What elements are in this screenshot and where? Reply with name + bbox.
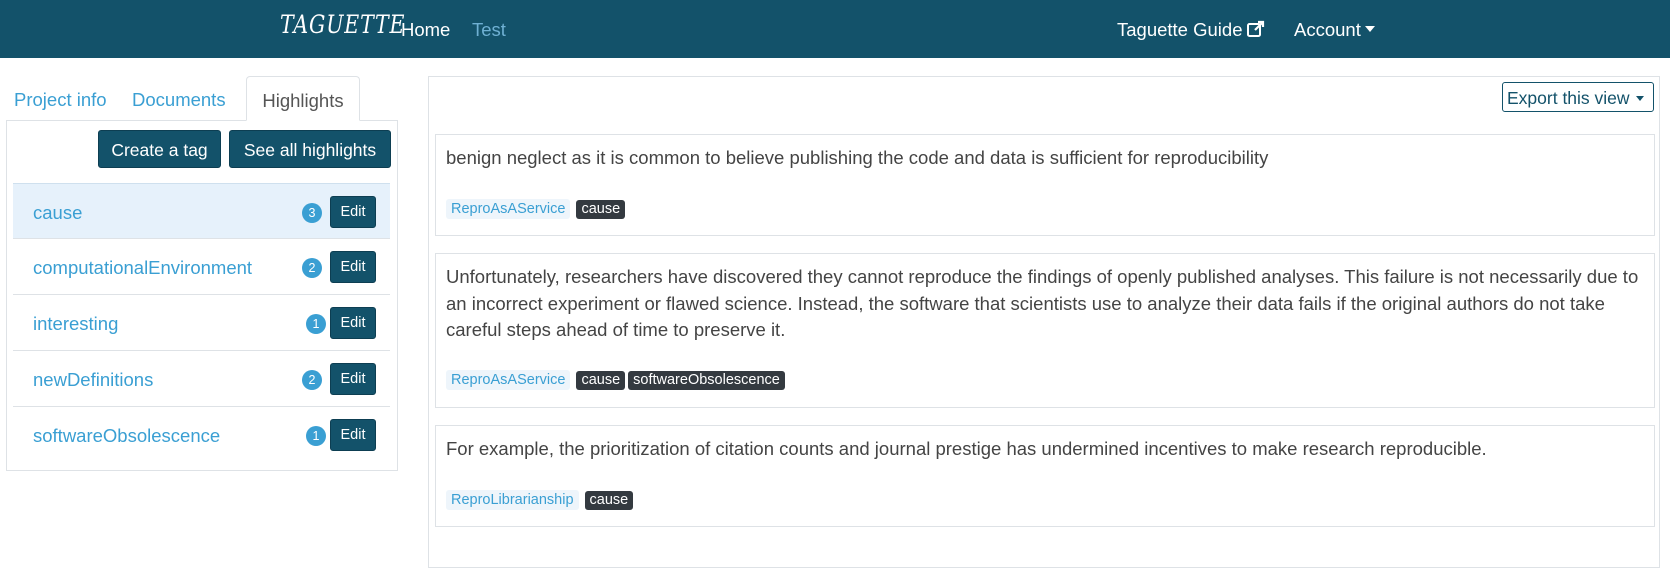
tag-row[interactable]: interesting 1 Edit [13, 295, 390, 351]
external-link-icon [1247, 20, 1265, 37]
document-link[interactable]: ReproAsAService [446, 370, 571, 390]
highlight-tags: ReproLibrarianship cause [446, 490, 636, 510]
tag-row[interactable]: computationalEnvironment 2 Edit [13, 239, 390, 295]
caret-down-icon [1364, 26, 1375, 32]
tag-list: cause 3 Edit computationalEnvironment 2 … [13, 183, 390, 463]
tag-badge: softwareObsolescence [628, 370, 785, 390]
tag-name[interactable]: computationalEnvironment [33, 257, 252, 279]
highlight-tags: ReproAsAService cause [446, 199, 628, 219]
highlight-tags: ReproAsAService cause softwareObsolescence [446, 370, 788, 390]
highlight-card: For example, the prioritization of citat… [435, 425, 1655, 527]
edit-tag-button[interactable]: Edit [330, 196, 376, 228]
tag-row[interactable]: newDefinitions 2 Edit [13, 351, 390, 407]
tag-name[interactable]: cause [33, 202, 82, 224]
highlight-text: benign neglect as it is common to believ… [446, 147, 1269, 168]
document-link[interactable]: ReproAsAService [446, 199, 571, 219]
tab-project-info[interactable]: Project info [14, 76, 107, 121]
tag-row[interactable]: cause 3 Edit [13, 183, 390, 239]
tab-highlights[interactable]: Highlights [246, 76, 360, 121]
highlight-card: benign neglect as it is common to believ… [435, 134, 1655, 236]
nav-home-link[interactable]: Home [401, 19, 450, 41]
tag-name[interactable]: interesting [33, 313, 118, 335]
edit-tag-button[interactable]: Edit [330, 307, 376, 339]
document-link[interactable]: ReproLibrarianship [446, 490, 579, 510]
edit-tag-button[interactable]: Edit [330, 251, 376, 283]
nav-project-link[interactable]: Test [472, 19, 506, 41]
tag-count-badge: 3 [302, 203, 322, 223]
tag-count-badge: 1 [306, 314, 326, 334]
highlight-text: Unfortunately, researchers have discover… [446, 266, 1639, 340]
export-view-button[interactable]: Export this view [1502, 82, 1654, 112]
highlights-view: Export this view benign neglect as it is… [428, 76, 1660, 568]
caret-down-icon [1635, 96, 1644, 101]
export-view-label: Export this view [1507, 88, 1630, 108]
edit-tag-button[interactable]: Edit [330, 419, 376, 451]
nav-guide-label: Taguette Guide [1117, 19, 1243, 40]
highlights-tab-panel: Create a tag See all highlights cause 3 … [6, 120, 398, 471]
account-label: Account [1294, 19, 1361, 40]
tag-badge: cause [576, 199, 626, 219]
top-navbar: TAGUETTE Home Test Taguette Guide Accoun… [0, 0, 1670, 58]
highlight-text: For example, the prioritization of citat… [446, 438, 1487, 459]
tag-name[interactable]: newDefinitions [33, 369, 153, 391]
tag-row[interactable]: softwareObsolescence 1 Edit [13, 407, 390, 463]
tag-count-badge: 2 [302, 258, 322, 278]
tab-documents[interactable]: Documents [132, 76, 226, 121]
tag-badge: cause [584, 490, 634, 510]
tag-count-badge: 1 [306, 426, 326, 446]
sidebar-tabs: Project info Documents Highlights [6, 76, 398, 121]
brand-logo[interactable]: TAGUETTE [280, 10, 405, 39]
nav-guide-link[interactable]: Taguette Guide [1117, 19, 1265, 41]
edit-tag-button[interactable]: Edit [330, 363, 376, 395]
account-menu[interactable]: Account [1294, 19, 1375, 41]
tag-count-badge: 2 [302, 370, 322, 390]
tag-name[interactable]: softwareObsolescence [33, 425, 220, 447]
create-tag-button[interactable]: Create a tag [98, 130, 221, 168]
see-all-highlights-button[interactable]: See all highlights [229, 130, 391, 168]
tag-badge: cause [576, 370, 626, 390]
highlight-card: Unfortunately, researchers have discover… [435, 253, 1655, 408]
